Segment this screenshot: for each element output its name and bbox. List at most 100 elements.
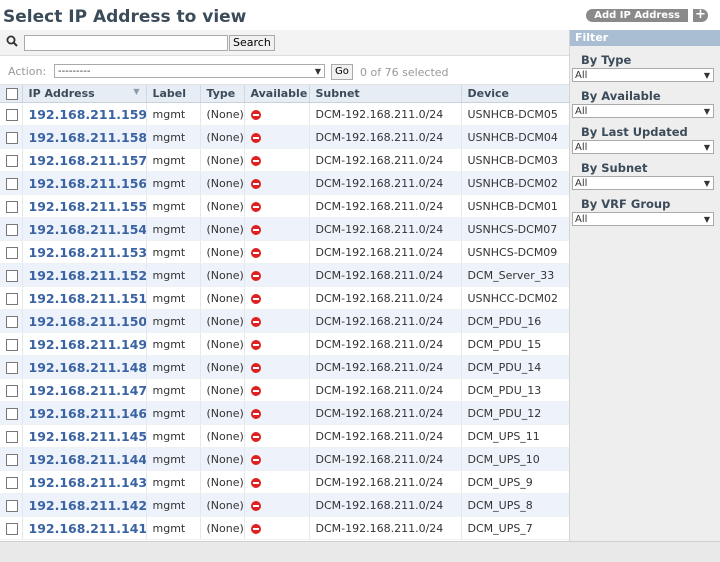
table-row[interactable]: 192.168.211.153 mgmt (None) DCM-192.168.211… xyxy=(0,240,569,264)
available-cell xyxy=(244,447,310,471)
row-checkbox[interactable] xyxy=(6,131,18,144)
search-bar: Search xyxy=(0,30,569,56)
ip-address-link[interactable]: 192.168.211.154 xyxy=(29,222,146,237)
ip-address-link[interactable]: 192.168.211.156 xyxy=(29,176,146,191)
unavailable-icon xyxy=(250,178,261,189)
column-header-type[interactable]: Type xyxy=(200,85,245,103)
table-row[interactable]: 192.168.211.143 mgmt (None) DCM-192.168.211… xyxy=(0,470,569,494)
select-all-checkbox[interactable] xyxy=(6,88,18,100)
ip-address-link[interactable]: 192.168.211.143 xyxy=(29,475,146,490)
filter-select[interactable]: All ▼ xyxy=(572,212,714,226)
column-header-available[interactable]: Available xyxy=(244,85,310,103)
row-checkbox[interactable] xyxy=(6,315,18,328)
select-all-header xyxy=(0,85,23,103)
row-checkbox[interactable] xyxy=(6,499,18,512)
device-cell: DCM_UPS_10 xyxy=(461,447,569,471)
ip-address-link[interactable]: 192.168.211.141 xyxy=(29,521,146,536)
table-row[interactable]: 192.168.211.148 mgmt (None) DCM-192.168.211… xyxy=(0,355,569,379)
available-cell xyxy=(244,493,310,517)
subnet-cell: DCM-192.168.211.0/24 xyxy=(309,424,462,448)
row-checkbox[interactable] xyxy=(6,522,18,535)
table-row[interactable]: 192.168.211.156 mgmt (None) DCM-192.168.211… xyxy=(0,171,569,195)
row-checkbox[interactable] xyxy=(6,407,18,420)
row-checkbox[interactable] xyxy=(6,154,18,167)
unavailable-icon xyxy=(250,431,261,442)
row-checkbox[interactable] xyxy=(6,361,18,374)
table-row[interactable]: 192.168.211.150 mgmt (None) DCM-192.168.211… xyxy=(0,309,569,333)
row-checkbox[interactable] xyxy=(6,223,18,236)
row-checkbox[interactable] xyxy=(6,108,18,121)
ip-address-cell: 192.168.211.158 xyxy=(22,125,147,149)
table-row[interactable]: 192.168.211.158 mgmt (None) DCM-192.168.211… xyxy=(0,125,569,149)
table-row[interactable]: 192.168.211.159 mgmt (None) DCM-192.168.211… xyxy=(0,102,569,126)
ip-address-cell: 192.168.211.147 xyxy=(22,378,147,402)
table-row[interactable]: 192.168.211.154 mgmt (None) DCM-192.168.211… xyxy=(0,217,569,241)
table-row[interactable]: 192.168.211.145 mgmt (None) DCM-192.168.211… xyxy=(0,424,569,448)
column-header-device[interactable]: Device xyxy=(461,85,569,103)
table-row[interactable]: 192.168.211.151 mgmt (None) DCM-192.168.211… xyxy=(0,286,569,310)
row-checkbox-cell xyxy=(0,125,23,149)
column-header-subnet[interactable]: Subnet xyxy=(309,85,462,103)
filter-select[interactable]: All ▼ xyxy=(572,104,714,118)
row-checkbox[interactable] xyxy=(6,453,18,466)
type-cell: (None) xyxy=(200,493,245,517)
row-checkbox[interactable] xyxy=(6,430,18,443)
filter-group-label: By VRF Group xyxy=(581,197,671,211)
row-checkbox[interactable] xyxy=(6,177,18,190)
table-row[interactable]: 192.168.211.141 mgmt (None) DCM-192.168.211… xyxy=(0,516,569,540)
action-select[interactable]: --------- ▼ xyxy=(54,64,325,78)
ip-address-link[interactable]: 192.168.211.159 xyxy=(29,107,146,122)
ip-address-link[interactable]: 192.168.211.148 xyxy=(29,360,146,375)
table-row[interactable]: 192.168.211.147 mgmt (None) DCM-192.168.211… xyxy=(0,378,569,402)
type-cell: (None) xyxy=(200,424,245,448)
ip-address-link[interactable]: 192.168.211.153 xyxy=(29,245,146,260)
table-row[interactable]: 192.168.211.144 mgmt (None) DCM-192.168.211… xyxy=(0,447,569,471)
table-row[interactable]: 192.168.211.152 mgmt (None) DCM-192.168.211… xyxy=(0,263,569,287)
available-cell xyxy=(244,148,310,172)
row-checkbox[interactable] xyxy=(6,246,18,259)
add-ip-address-button[interactable]: Add IP Address xyxy=(586,9,688,22)
ip-address-link[interactable]: 192.168.211.150 xyxy=(29,314,146,329)
row-checkbox[interactable] xyxy=(6,338,18,351)
table-row[interactable]: 192.168.211.149 mgmt (None) DCM-192.168.211… xyxy=(0,332,569,356)
unavailable-icon xyxy=(250,408,261,419)
table-row[interactable]: 192.168.211.142 mgmt (None) DCM-192.168.211… xyxy=(0,493,569,517)
column-header-label[interactable]: Label xyxy=(146,85,201,103)
table-row[interactable]: 192.168.211.157 mgmt (None) DCM-192.168.211… xyxy=(0,148,569,172)
row-checkbox[interactable] xyxy=(6,476,18,489)
ip-address-link[interactable]: 192.168.211.144 xyxy=(29,452,146,467)
ip-address-link[interactable]: 192.168.211.145 xyxy=(29,429,146,444)
filter-select[interactable]: All ▼ xyxy=(572,68,714,82)
filter-select[interactable]: All ▼ xyxy=(572,176,714,190)
filter-group-label: By Type xyxy=(581,53,632,67)
ip-address-link[interactable]: 192.168.211.142 xyxy=(29,498,146,513)
device-cell: USNHCB-DCM05 xyxy=(461,102,569,126)
ip-address-link[interactable]: 192.168.211.157 xyxy=(29,153,146,168)
ip-address-link[interactable]: 192.168.211.146 xyxy=(29,406,146,421)
search-input[interactable] xyxy=(24,35,228,51)
row-checkbox[interactable] xyxy=(6,292,18,305)
row-checkbox[interactable] xyxy=(6,200,18,213)
ip-address-link[interactable]: 192.168.211.158 xyxy=(29,130,146,145)
row-checkbox[interactable] xyxy=(6,384,18,397)
column-header-ip-address[interactable]: IP Address ▼ xyxy=(22,85,147,103)
ip-address-link[interactable]: 192.168.211.151 xyxy=(29,291,146,306)
go-button[interactable]: Go xyxy=(331,64,353,80)
ip-address-cell: 192.168.211.144 xyxy=(22,447,147,471)
device-cell: DCM_Server_33 xyxy=(461,263,569,287)
ip-address-link[interactable]: 192.168.211.147 xyxy=(29,383,146,398)
row-checkbox[interactable] xyxy=(6,269,18,282)
subnet-cell: DCM-192.168.211.0/24 xyxy=(309,171,462,195)
device-cell: DCM_UPS_7 xyxy=(461,516,569,540)
ip-address-link[interactable]: 192.168.211.152 xyxy=(29,268,146,283)
available-cell xyxy=(244,286,310,310)
filter-select[interactable]: All ▼ xyxy=(572,140,714,154)
table-row[interactable]: 192.168.211.155 mgmt (None) DCM-192.168.211… xyxy=(0,194,569,218)
ip-address-link[interactable]: 192.168.211.149 xyxy=(29,337,146,352)
ip-address-link[interactable]: 192.168.211.155 xyxy=(29,199,146,214)
search-button[interactable]: Search xyxy=(229,35,275,51)
table-row[interactable]: 192.168.211.146 mgmt (None) DCM-192.168.211… xyxy=(0,401,569,425)
type-cell: (None) xyxy=(200,240,245,264)
type-cell: (None) xyxy=(200,217,245,241)
plus-icon[interactable]: + xyxy=(692,8,708,22)
